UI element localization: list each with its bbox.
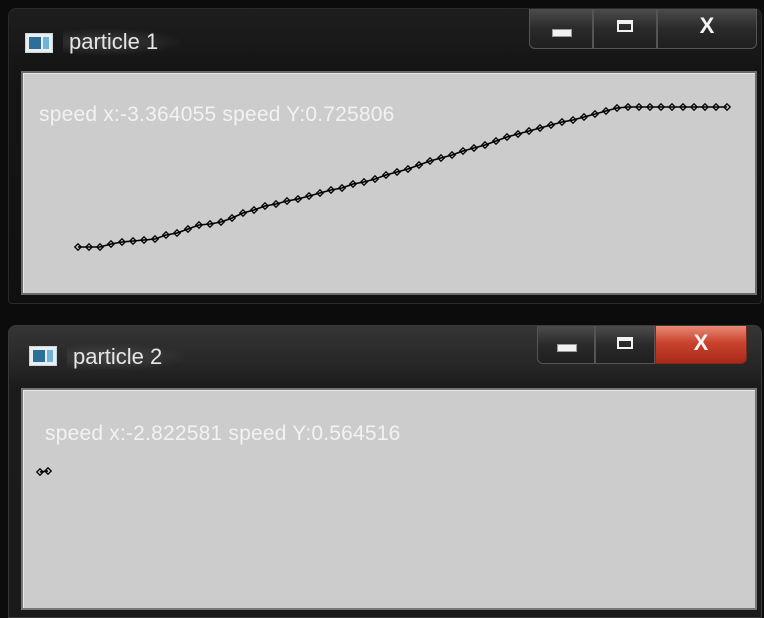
app-icon[interactable] — [25, 33, 53, 53]
trail-line — [39, 470, 49, 473]
maximize-button[interactable] — [593, 9, 657, 49]
close-button[interactable]: X — [657, 9, 757, 49]
close-icon: X — [693, 330, 709, 355]
close-button[interactable]: X — [655, 326, 747, 364]
minimize-button[interactable] — [529, 9, 593, 49]
window-title: particle 1 — [63, 29, 181, 55]
minimize-button[interactable] — [537, 326, 595, 364]
app-icon[interactable] — [29, 346, 57, 366]
particle-trail — [73, 102, 732, 252]
minimize-icon — [557, 344, 577, 352]
window-controls: X — [529, 9, 757, 49]
canvas-area[interactable]: speed x:-3.364055 speed Y:0.725806 — [21, 71, 757, 295]
minimize-icon — [552, 29, 572, 37]
particle-trail — [35, 466, 53, 477]
canvas-area[interactable]: speed x:-2.822581 speed Y:0.564516 — [21, 388, 757, 610]
close-icon: X — [699, 13, 715, 38]
maximize-button[interactable] — [595, 326, 655, 364]
trail-line — [78, 106, 727, 248]
window-title: particle 2 — [67, 344, 185, 370]
maximize-icon — [617, 337, 633, 349]
maximize-icon — [617, 20, 633, 32]
particle-1-window: particle 1 X speed x:-3.364055 speed Y:0… — [8, 8, 762, 304]
window-controls: X — [537, 326, 747, 364]
particle-2-window: particle 2 X speed x:-2.822581 speed Y:0… — [8, 325, 762, 618]
